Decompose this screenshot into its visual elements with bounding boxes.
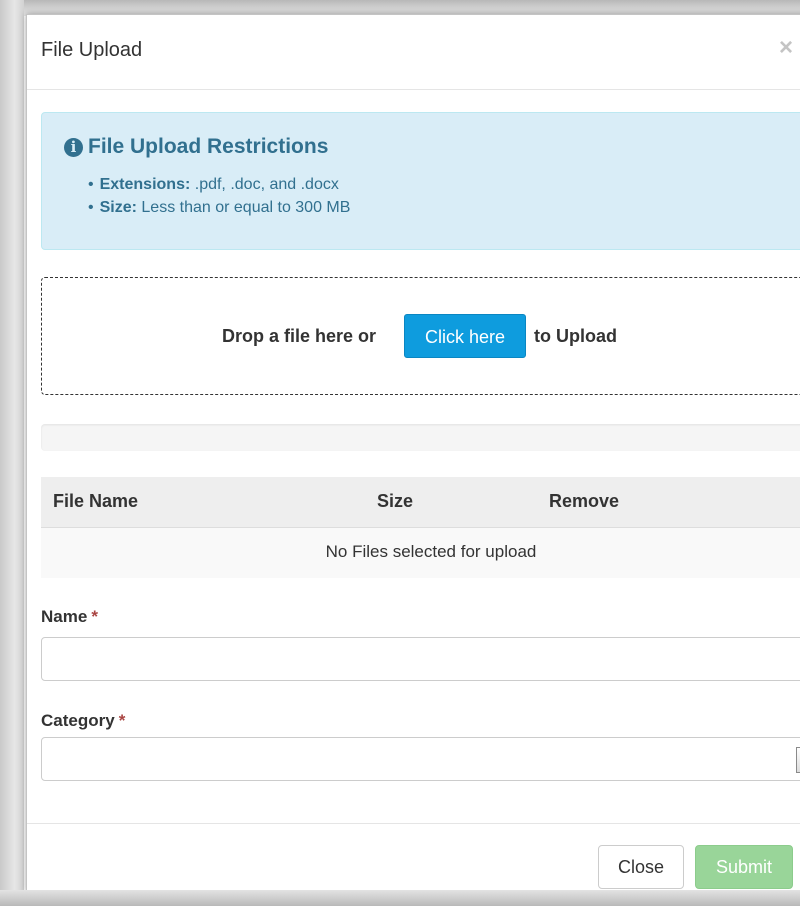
close-icon[interactable]: × [779,34,793,62]
restriction-value: Less than or equal to 300 MB [136,199,351,216]
restriction-size: Size: Less than or equal to 300 MB [88,196,351,219]
modal-header: File Upload × [27,15,800,90]
file-table-header: File Name Size Remove [41,477,800,528]
restriction-extensions: Extensions: .pdf, .doc, and .docx [88,173,350,196]
column-remove: Remove [549,491,620,511]
dropzone-text: Drop a file here or [222,326,377,346]
submit-button[interactable]: Submit [695,845,793,889]
browse-files-button[interactable]: Click here [404,314,526,358]
name-label: Name * [41,607,98,627]
restrictions-heading-text: File Upload Restrictions [88,135,329,158]
dropzone-text-after: to Upload [534,326,617,346]
required-marker: * [118,711,126,730]
category-label-text: Category [41,711,115,730]
window-frame-bottom [0,890,800,906]
restriction-label: Extensions: [99,176,191,193]
name-label-text: Name [41,607,88,626]
category-label: Category * [41,711,125,731]
column-size: Size [377,491,414,511]
restrictions-list: Extensions: .pdf, .doc, and .docx Size: … [88,173,351,219]
file-table-empty-row: No Files selected for upload [41,528,800,578]
name-input[interactable] [41,637,800,681]
chevron-down-icon[interactable] [796,747,800,773]
category-select[interactable] [41,737,800,781]
file-dropzone[interactable]: Drop a file here or Click here to Upload [41,277,800,395]
restriction-label: Size: [99,199,137,216]
info-icon: i [64,138,83,157]
modal-footer-divider [27,823,800,824]
restrictions-heading: i File Upload Restrictions [64,135,328,159]
restriction-value: .pdf, .doc, and .docx [190,176,339,193]
column-file-name: File Name [53,491,139,511]
window-frame-left [0,0,24,906]
close-button[interactable]: Close [598,845,684,889]
upload-progress-bar [41,424,800,451]
file-upload-modal: File Upload × i File Upload Restrictions … [26,14,800,892]
upload-restrictions-alert: i File Upload Restrictions Extensions: .p… [41,112,800,250]
required-marker: * [91,607,98,626]
modal-title: File Upload [41,39,143,61]
